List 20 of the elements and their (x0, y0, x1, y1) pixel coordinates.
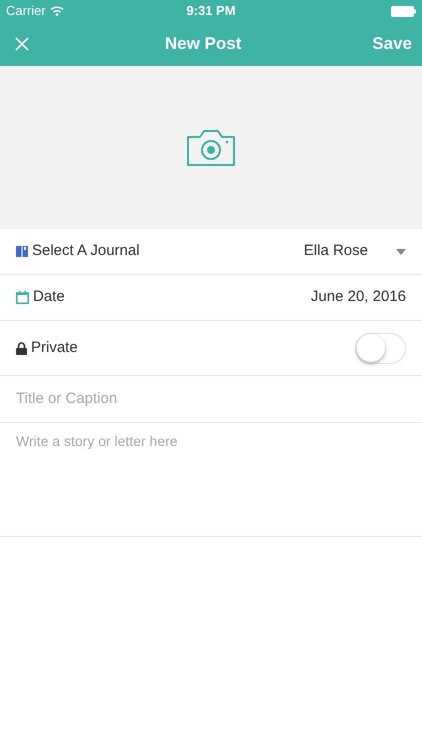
story-field[interactable]: Write a story or letter here (16, 431, 406, 455)
book-icon (16, 246, 28, 257)
camera-icon (186, 128, 236, 166)
battery-icon (390, 6, 416, 16)
photo-placeholder[interactable] (0, 66, 422, 229)
caret-icon (396, 248, 406, 254)
wifi-icon (50, 6, 64, 16)
close-icon (15, 37, 29, 51)
date-value[interactable]: June 20, 2016 (310, 286, 406, 309)
private-toggle[interactable] (355, 332, 406, 364)
lock-icon (16, 342, 27, 354)
screen-title: New Post (164, 33, 242, 56)
journal-dropdown[interactable]: Ella Rose (304, 240, 406, 263)
row-label: Select A Journal (32, 241, 140, 262)
row-label: Date (33, 287, 65, 308)
row-label: Private (31, 338, 78, 358)
title-field[interactable]: Title or Caption (16, 388, 406, 410)
clock-time: 9:31 PM (186, 2, 236, 20)
calendar-icon (16, 291, 29, 304)
carrier-label: Carrier (6, 2, 46, 20)
